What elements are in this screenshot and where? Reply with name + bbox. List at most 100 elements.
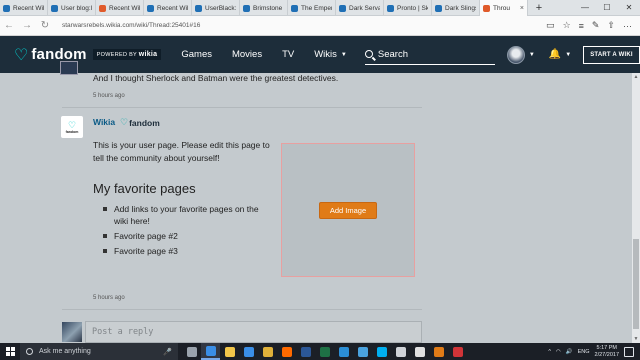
nav-link-label: Games — [181, 49, 212, 60]
list-item[interactable]: Favorite page #2 — [103, 230, 273, 242]
browser-tab[interactable]: Dark Slings — [432, 0, 480, 16]
language-indicator[interactable]: ENG — [578, 349, 590, 355]
comment-body: This is your user page. Please edit this… — [93, 140, 270, 163]
reading-view-icon[interactable]: ▭ — [546, 20, 555, 31]
close-tab-icon[interactable]: × — [520, 5, 524, 12]
browser-tab[interactable]: Brimstone — [240, 0, 288, 16]
taskbar-explorer-icon[interactable] — [220, 343, 239, 360]
new-tab-button[interactable]: + — [528, 0, 550, 15]
reply-input[interactable]: Post a reply — [85, 321, 422, 343]
browser-tab[interactable]: Recent Wiki — [144, 0, 192, 16]
browser-tab[interactable]: Recent Wiki — [96, 0, 144, 16]
scrollbar-thumb[interactable] — [633, 239, 639, 329]
tab-favicon-icon — [243, 4, 250, 12]
vertical-scrollbar[interactable]: ▲ ▼ — [632, 73, 640, 343]
web-note-icon[interactable]: ✎ — [592, 20, 600, 31]
start-a-wiki-button[interactable]: START A WIKI — [583, 45, 640, 64]
tab-favicon-icon — [387, 4, 394, 12]
avatar[interactable] — [60, 61, 78, 75]
tab-label: Throu — [493, 4, 510, 12]
author-badge: ♡ fandom — [120, 117, 160, 128]
hub-icon[interactable]: ≡ — [579, 21, 584, 31]
comment-timestamp[interactable]: 5 hours ago — [93, 295, 125, 301]
tab-label: Recent Wiki — [109, 4, 140, 12]
browser-tab[interactable]: Throu × — [480, 0, 528, 16]
taskbar-word-icon[interactable] — [296, 343, 315, 360]
favorite-star-icon[interactable]: ☆ — [563, 20, 571, 31]
taskbar-calculator-icon[interactable] — [410, 343, 429, 360]
taskbar-onenote-icon[interactable] — [334, 343, 353, 360]
browser-tab[interactable]: UserBlack: — [192, 0, 240, 16]
tab-favicon-icon — [483, 4, 490, 12]
window-controls: — ☐ ✕ — [574, 0, 640, 15]
browser-tab[interactable]: Pronto | Sk — [384, 0, 432, 16]
previous-comment-timestamp[interactable]: 5 hours ago — [93, 93, 125, 99]
taskbar-app-blue-icon[interactable] — [353, 343, 372, 360]
chevron-down-icon[interactable]: ▼ — [565, 52, 571, 58]
search-placeholder: Search — [377, 48, 408, 60]
author-badge-text: fandom — [129, 117, 160, 128]
share-icon[interactable]: ⇧ — [607, 20, 615, 31]
minimize-icon[interactable]: — — [574, 0, 596, 15]
taskbar-ie-icon[interactable] — [277, 343, 296, 360]
tab-favicon-icon — [99, 4, 106, 12]
taskbar-skype-icon[interactable] — [372, 343, 391, 360]
tab-label: Recent Wiki — [157, 4, 188, 12]
nav-link-movies[interactable]: Movies — [232, 49, 262, 60]
cortana-icon — [26, 348, 33, 355]
taskbar-app-red-icon[interactable] — [448, 343, 467, 360]
tray-overflow-icon[interactable]: ^ — [548, 349, 551, 355]
tab-favicon-icon — [147, 4, 154, 12]
avatar[interactable]: ♡ fandom — [61, 116, 83, 138]
browser-tab[interactable]: Recent Wiki — [0, 0, 48, 16]
taskbar-mail-icon[interactable] — [391, 343, 410, 360]
tab-favicon-icon — [51, 4, 58, 12]
nav-link-tv[interactable]: TV — [282, 49, 294, 60]
taskbar-excel-icon[interactable] — [315, 343, 334, 360]
taskbar-task-view-icon[interactable] — [182, 343, 201, 360]
add-image-button[interactable]: Add Image — [318, 201, 378, 219]
more-icon[interactable]: ··· — [623, 21, 632, 31]
microphone-icon[interactable]: 🎤 — [163, 348, 172, 356]
action-center-icon[interactable] — [624, 346, 634, 357]
taskbar-app-orange-icon[interactable] — [429, 343, 448, 360]
scroll-down-icon[interactable]: ▼ — [632, 335, 640, 343]
user-avatar[interactable] — [506, 45, 525, 64]
tab-favicon-icon — [3, 4, 10, 12]
fandom-global-nav: ♡ fandom POWERED BY wikia Games Movies T… — [0, 36, 640, 73]
chevron-down-icon: ▼ — [340, 51, 347, 58]
browser-tab[interactable]: Dark Serva — [336, 0, 384, 16]
nav-link-wikis[interactable]: Wikis ▼ — [314, 49, 347, 60]
clock[interactable]: 5:17 PM 2/27/2017 — [595, 345, 619, 359]
favorites-list: Add links to your favorite pages on the … — [103, 203, 273, 260]
favorites-heading: My favorite pages — [93, 181, 196, 196]
scroll-up-icon[interactable]: ▲ — [632, 73, 640, 81]
back-icon[interactable]: ← — [0, 20, 18, 31]
wifi-icon[interactable]: ◠ — [556, 349, 561, 355]
forward-icon[interactable]: → — [18, 20, 36, 31]
powered-by-wikia-badge: POWERED BY wikia — [92, 49, 162, 60]
search-input[interactable]: Search — [364, 45, 495, 65]
volume-icon[interactable]: 🔊 — [566, 349, 573, 355]
browser-tab[interactable]: User blog:l — [48, 0, 96, 16]
avatar[interactable] — [62, 322, 82, 342]
maximize-icon[interactable]: ☐ — [596, 0, 618, 15]
refresh-icon[interactable]: ↻ — [36, 20, 54, 31]
chevron-down-icon[interactable]: ▼ — [529, 52, 535, 58]
nav-link-games[interactable]: Games — [181, 49, 212, 60]
image-placeholder: Add Image — [281, 143, 415, 277]
browser-tab[interactable]: The Emper — [288, 0, 336, 16]
start-button[interactable] — [0, 343, 20, 360]
bell-icon[interactable]: 🔔 — [549, 49, 561, 60]
author-name-link[interactable]: Wikia — [93, 117, 115, 127]
cortana-search-box[interactable]: Ask me anything 🎤 — [20, 343, 178, 360]
system-tray: ^ ◠ 🔊 ENG 5:17 PM 2/27/2017 — [548, 345, 640, 359]
taskbar-store-icon[interactable] — [239, 343, 258, 360]
tab-label: Pronto | Sk — [397, 4, 428, 12]
url-field[interactable]: starwarsrebels.wikia.com/wiki/Thread:254… — [62, 22, 546, 29]
list-item[interactable]: Favorite page #3 — [103, 245, 273, 257]
taskbar-edge-icon[interactable] — [201, 343, 220, 360]
close-window-icon[interactable]: ✕ — [618, 0, 640, 15]
tab-label: User blog:l — [61, 4, 92, 12]
taskbar-chrome-icon[interactable] — [258, 343, 277, 360]
